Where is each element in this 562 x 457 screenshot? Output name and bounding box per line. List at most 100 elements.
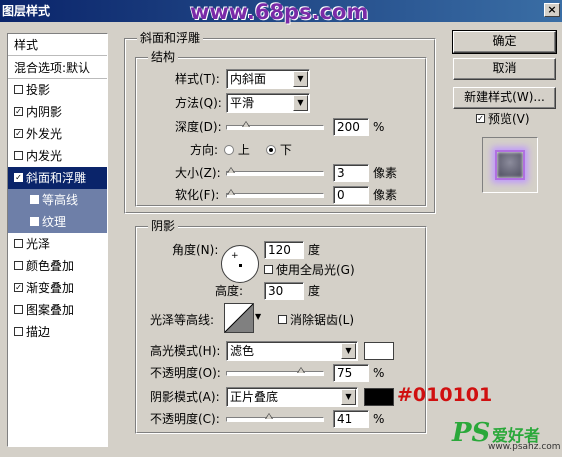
- style-item-color-overlay[interactable]: 颜色叠加: [8, 255, 107, 277]
- checkbox-icon[interactable]: [14, 305, 23, 314]
- checkbox-icon[interactable]: ✓: [14, 173, 23, 182]
- technique-select[interactable]: 平滑 ▼: [226, 93, 310, 113]
- bevel-style-select[interactable]: 内斜面 ▼: [226, 69, 310, 89]
- shadow-color-swatch[interactable]: [364, 388, 394, 406]
- style-item-satin[interactable]: 光泽: [8, 233, 107, 255]
- depth-input[interactable]: 200: [333, 118, 369, 136]
- style-item-inner-shadow[interactable]: ✓ 内阴影: [8, 101, 107, 123]
- shadow-mode-value: 正片叠底: [230, 390, 279, 404]
- shadow-opacity-unit: %: [373, 412, 385, 426]
- preview-label: 预览(V): [488, 112, 530, 126]
- shadow-opacity-input[interactable]: 41: [333, 410, 369, 428]
- checkbox-icon[interactable]: [30, 195, 39, 204]
- gloss-contour-picker[interactable]: [224, 303, 254, 333]
- slider-thumb[interactable]: [227, 189, 236, 200]
- style-item-bevel-emboss[interactable]: ✓ 斜面和浮雕: [8, 167, 107, 189]
- checkbox-icon[interactable]: [14, 239, 23, 248]
- direction-down-radio[interactable]: 下: [266, 141, 292, 159]
- checkbox-icon[interactable]: [14, 85, 23, 94]
- style-item-label: 等高线: [42, 193, 79, 207]
- ok-button[interactable]: 确定: [452, 30, 557, 54]
- style-item-pattern-overlay[interactable]: 图案叠加: [8, 299, 107, 321]
- cancel-button[interactable]: 取消: [453, 58, 556, 80]
- style-item-label: 光泽: [26, 237, 51, 251]
- style-item-label: 内阴影: [26, 105, 63, 119]
- style-item-inner-glow[interactable]: 内发光: [8, 145, 107, 167]
- blend-options-item[interactable]: 混合选项:默认: [8, 57, 107, 79]
- checkbox-icon[interactable]: ✓: [476, 114, 485, 123]
- structure-title: 结构: [148, 50, 179, 64]
- new-style-button[interactable]: 新建样式(W)...: [453, 87, 556, 109]
- soften-input[interactable]: 0: [333, 186, 369, 204]
- title-bar: 图层样式 www.68ps.com ×: [0, 0, 562, 24]
- slider-thumb[interactable]: [242, 121, 251, 132]
- soften-label: 软化(F):: [175, 188, 220, 202]
- soften-slider[interactable]: [226, 189, 324, 198]
- highlight-opacity-input[interactable]: 75: [333, 364, 369, 382]
- soften-unit: 像素: [373, 188, 398, 202]
- highlight-opacity-unit: %: [373, 366, 385, 380]
- angle-dial[interactable]: +: [221, 245, 259, 283]
- crosshair-icon: +: [231, 251, 239, 261]
- angle-label: 角度(N):: [172, 243, 219, 257]
- style-item-contour[interactable]: 等高线: [8, 189, 107, 211]
- depth-slider[interactable]: [226, 121, 324, 130]
- style-list: 样式 混合选项:默认 投影 ✓ 内阴影 ✓ 外发光 内发光 ✓ 斜面和浮雕 等高线 纹…: [7, 33, 108, 447]
- highlight-opacity-label: 不透明度(O):: [150, 366, 221, 380]
- highlight-opacity-slider[interactable]: [226, 367, 324, 376]
- contour-curve-icon: [224, 303, 254, 333]
- altitude-label: 高度:: [215, 284, 244, 298]
- checkbox-icon[interactable]: ✓: [14, 107, 23, 116]
- style-item-label: 颜色叠加: [26, 259, 75, 273]
- styles-header[interactable]: 样式: [8, 34, 107, 56]
- checkbox-icon[interactable]: [278, 315, 287, 324]
- style-item-outer-glow[interactable]: ✓ 外发光: [8, 123, 107, 145]
- global-light-checkbox[interactable]: 使用全局光(G): [264, 261, 355, 279]
- slider-thumb[interactable]: [265, 413, 274, 424]
- style-item-stroke[interactable]: 描边: [8, 321, 107, 343]
- checkbox-icon[interactable]: ✓: [14, 129, 23, 138]
- preview-swatch: [495, 150, 525, 180]
- radio-icon[interactable]: [266, 144, 276, 155]
- dial-center: [239, 264, 242, 267]
- direction-down-label: 下: [279, 143, 292, 157]
- logo-url: www.psahz.com: [488, 442, 561, 452]
- slider-thumb[interactable]: [227, 167, 236, 178]
- shading-title: 阴影: [148, 219, 179, 233]
- angle-input[interactable]: 120: [264, 241, 304, 259]
- highlight-mode-value: 滤色: [230, 344, 255, 358]
- highlight-color-swatch[interactable]: [364, 342, 394, 360]
- close-button[interactable]: ×: [544, 3, 560, 17]
- checkbox-icon[interactable]: ✓: [14, 283, 23, 292]
- direction-up-radio[interactable]: 上: [224, 141, 250, 159]
- checkbox-icon[interactable]: [14, 151, 23, 160]
- style-label: 样式(T):: [175, 72, 220, 86]
- style-item-label: 渐变叠加: [26, 281, 75, 295]
- altitude-input[interactable]: 30: [264, 282, 304, 300]
- logo-ps: PS: [452, 418, 491, 448]
- style-item-label: 投影: [26, 83, 51, 97]
- chevron-down-icon[interactable]: ▼: [255, 310, 265, 324]
- checkbox-icon[interactable]: [264, 265, 273, 274]
- style-item-label: 纹理: [42, 215, 67, 229]
- checkbox-icon[interactable]: [14, 261, 23, 270]
- antialias-checkbox[interactable]: 消除锯齿(L): [278, 311, 354, 329]
- checkbox-icon[interactable]: [14, 327, 23, 336]
- preview-checkbox[interactable]: ✓ 预览(V): [476, 110, 530, 128]
- size-input[interactable]: 3: [333, 164, 369, 182]
- slider-thumb[interactable]: [297, 367, 306, 378]
- antialias-label: 消除锯齿(L): [290, 313, 355, 327]
- style-item-label: 图案叠加: [26, 303, 75, 317]
- shadow-mode-select[interactable]: 正片叠底 ▼: [226, 387, 358, 407]
- style-item-texture[interactable]: 纹理: [8, 211, 107, 233]
- style-item-gradient-overlay[interactable]: ✓ 渐变叠加: [8, 277, 107, 299]
- shadow-opacity-slider[interactable]: [226, 413, 324, 422]
- chevron-down-icon: ▼: [293, 71, 308, 87]
- style-item-drop-shadow[interactable]: 投影: [8, 79, 107, 101]
- radio-icon[interactable]: [224, 144, 234, 155]
- size-slider[interactable]: [226, 167, 324, 176]
- technique-value: 平滑: [230, 96, 255, 110]
- style-item-label: 描边: [26, 325, 51, 339]
- checkbox-icon[interactable]: [30, 217, 39, 226]
- highlight-mode-select[interactable]: 滤色 ▼: [226, 341, 358, 361]
